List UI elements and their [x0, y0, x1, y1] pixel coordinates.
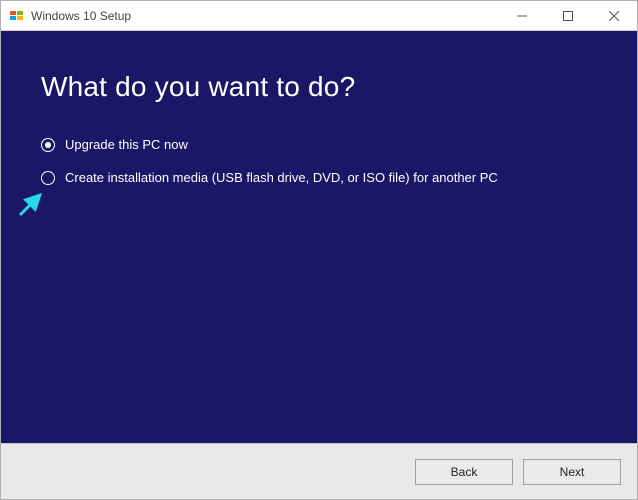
- option-create-media[interactable]: Create installation media (USB flash dri…: [41, 170, 597, 185]
- radio-icon: [41, 171, 55, 185]
- window-title: Windows 10 Setup: [31, 9, 131, 23]
- option-label: Create installation media (USB flash dri…: [65, 170, 498, 185]
- button-label: Back: [451, 465, 478, 479]
- titlebar: Windows 10 Setup: [1, 1, 637, 31]
- minimize-button[interactable]: [499, 1, 545, 31]
- window-controls: [499, 1, 637, 31]
- setup-window: Windows 10 Setup What do you want to do?…: [0, 0, 638, 500]
- page-heading: What do you want to do?: [41, 71, 597, 103]
- options-group: Upgrade this PC now Create installation …: [41, 137, 597, 185]
- footer: Back Next: [1, 443, 637, 499]
- maximize-button[interactable]: [545, 1, 591, 31]
- option-label: Upgrade this PC now: [65, 137, 188, 152]
- back-button[interactable]: Back: [415, 459, 513, 485]
- radio-icon: [41, 138, 55, 152]
- close-button[interactable]: [591, 1, 637, 31]
- next-button[interactable]: Next: [523, 459, 621, 485]
- button-label: Next: [560, 465, 585, 479]
- app-icon: [9, 8, 25, 24]
- option-upgrade-now[interactable]: Upgrade this PC now: [41, 137, 597, 152]
- annotation-arrow-icon: [16, 187, 48, 219]
- content-area: What do you want to do? Upgrade this PC …: [1, 31, 637, 443]
